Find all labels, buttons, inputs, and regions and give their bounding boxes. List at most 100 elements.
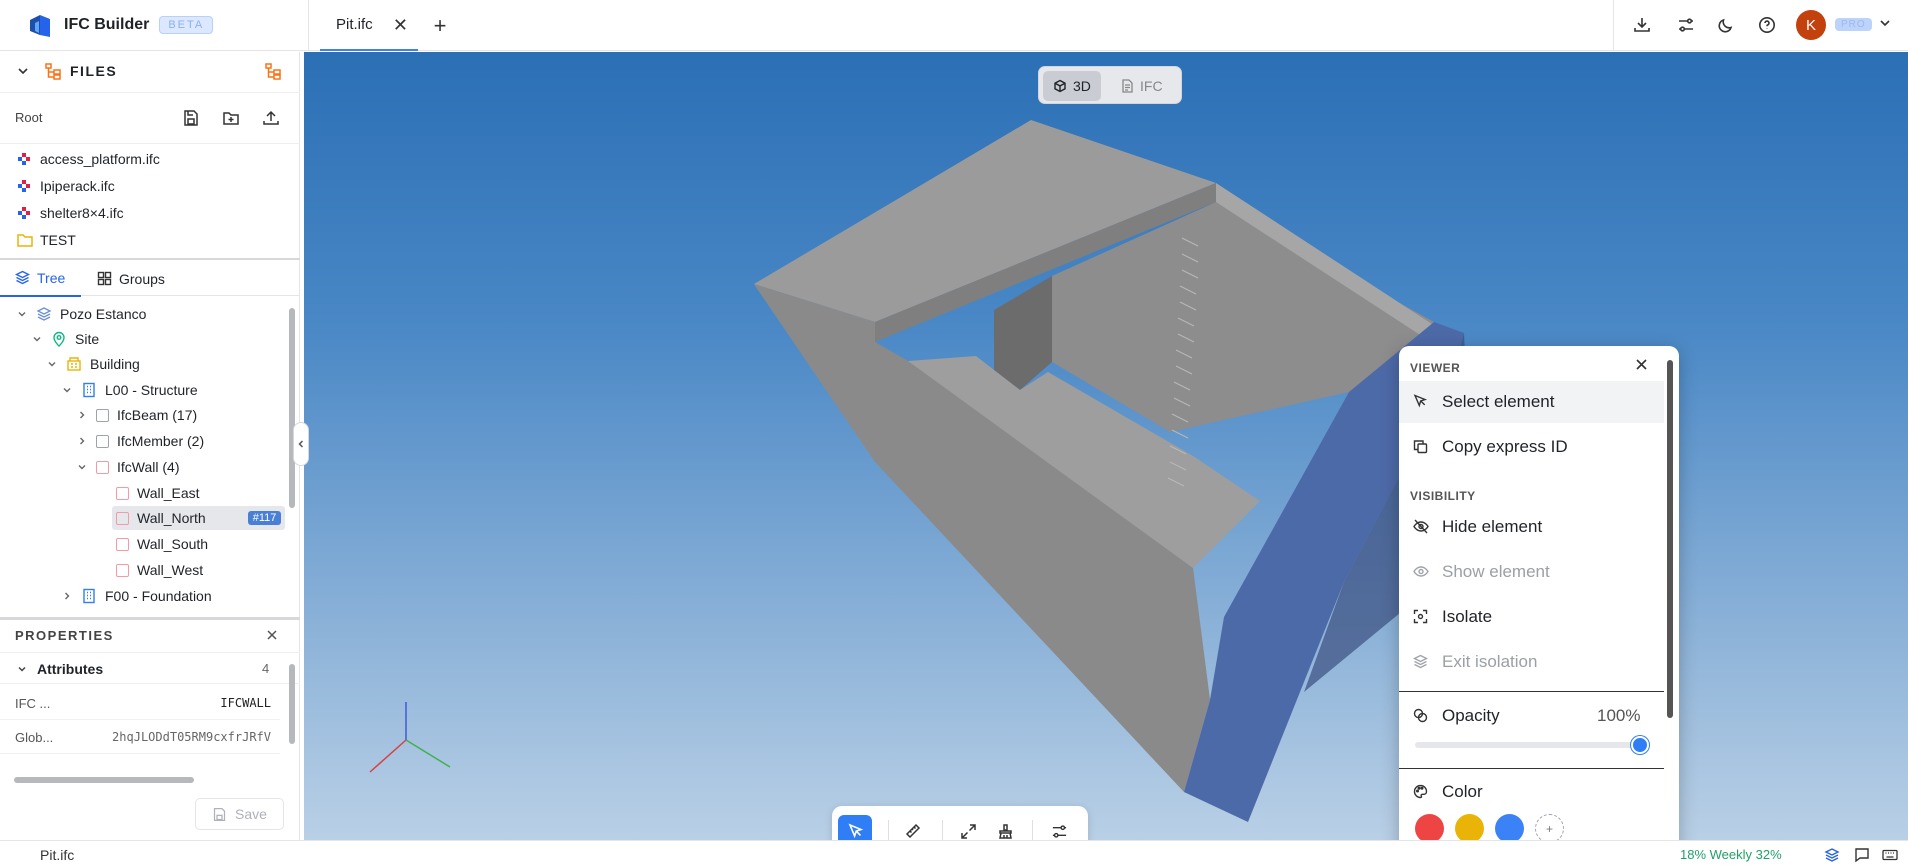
layers-icon[interactable] — [1824, 847, 1840, 863]
chevron-down-icon[interactable] — [16, 663, 28, 675]
close-icon[interactable] — [1635, 358, 1648, 371]
tree-node-label: F00 - Foundation — [105, 588, 212, 604]
chevron-right-icon[interactable] — [59, 588, 75, 604]
eye-off-icon — [1413, 519, 1429, 534]
chevron-left-icon — [298, 440, 304, 448]
file-item[interactable]: Ipiperack.ifc — [0, 173, 300, 199]
user-avatar[interactable]: K — [1796, 10, 1826, 40]
add-color-button[interactable]: + — [1535, 814, 1564, 843]
properties-header: PROPERTIES — [0, 617, 300, 649]
select-element-item[interactable]: Select element — [1399, 381, 1664, 423]
exit-isolation-item[interactable]: Exit isolation — [1399, 641, 1664, 683]
visibility-checkbox[interactable] — [96, 434, 109, 448]
chevron-down-icon[interactable] — [1878, 16, 1892, 30]
tree-tabs: Tree Groups — [0, 258, 300, 297]
tree-node-storey[interactable]: F00 - Foundation — [59, 584, 212, 608]
visibility-checkbox[interactable] — [116, 486, 129, 500]
axes-gizmo — [369, 702, 451, 773]
show-element-item[interactable]: Show element — [1399, 551, 1664, 593]
chevron-down-icon[interactable] — [29, 331, 45, 347]
tree-node-label: L00 - Structure — [105, 382, 198, 398]
help-icon[interactable] — [1755, 13, 1779, 37]
tree-node-group[interactable]: IfcWall (4) — [74, 455, 179, 479]
tab-tree-label: Tree — [37, 269, 66, 286]
visibility-checkbox[interactable] — [116, 537, 129, 551]
visibility-checkbox[interactable] — [116, 511, 129, 525]
keyboard-icon[interactable] — [1882, 847, 1898, 863]
tab-tree[interactable]: Tree — [0, 260, 81, 297]
attributes-section[interactable]: Attributes 4 — [0, 652, 300, 684]
color-swatch-red[interactable] — [1415, 814, 1444, 843]
tree-node-group[interactable]: IfcMember (2) — [74, 429, 204, 453]
tree-scrollbar[interactable] — [289, 308, 295, 508]
tree-node-building[interactable]: Building — [44, 352, 140, 376]
tree-node-element-selected[interactable]: Wall_North #117 — [112, 506, 285, 530]
opacity-slider-thumb[interactable] — [1631, 736, 1649, 754]
brand[interactable]: IFC Builder BETA — [26, 10, 214, 40]
files-header: FILES — [0, 52, 300, 90]
isolate-item[interactable]: Isolate — [1399, 596, 1664, 638]
context-menu: VIEWER Select element Copy express ID VI… — [1399, 346, 1679, 867]
folder-item[interactable]: TEST — [0, 227, 300, 253]
file-item[interactable]: access_platform.ifc — [0, 146, 300, 172]
hide-element-item[interactable]: Hide element — [1399, 506, 1664, 548]
dark-mode-icon[interactable] — [1714, 13, 1738, 37]
color-swatch-blue[interactable] — [1495, 814, 1524, 843]
layers-icon — [36, 306, 52, 322]
chat-icon[interactable] — [1854, 847, 1870, 863]
new-folder-icon[interactable] — [222, 109, 240, 127]
properties-scrollbar-vertical[interactable] — [289, 664, 295, 744]
tree-node-element[interactable]: Wall_South — [114, 532, 208, 556]
tree-node-group[interactable]: IfcBeam (17) — [74, 403, 197, 427]
ifc-file-icon — [17, 152, 31, 166]
tree-node-label: Wall_North — [137, 510, 206, 526]
tree-node-element[interactable]: Wall_East — [114, 481, 200, 505]
tree-node-label: Wall_South — [137, 536, 209, 552]
copy-express-id-item[interactable]: Copy express ID — [1399, 426, 1664, 468]
chevron-right-icon[interactable] — [74, 407, 90, 423]
collapse-sidebar-button[interactable] — [293, 422, 309, 466]
chevron-down-icon[interactable] — [74, 459, 90, 475]
building-icon — [66, 356, 82, 372]
close-tab-icon[interactable]: ✕ — [393, 15, 408, 36]
chevron-down-icon[interactable] — [59, 382, 75, 398]
color-swatch-yellow[interactable] — [1455, 814, 1484, 843]
chevron-down-icon[interactable] — [16, 64, 30, 78]
mode-ifc-button[interactable]: IFC — [1111, 71, 1173, 101]
file-tree-toggle-icon[interactable] — [264, 62, 282, 80]
tree-node-label: Site — [75, 331, 100, 347]
visibility-checkbox[interactable] — [96, 460, 109, 474]
context-menu-scrollbar[interactable] — [1667, 360, 1673, 718]
chevron-down-icon[interactable] — [14, 306, 30, 322]
upload-icon[interactable] — [262, 109, 280, 127]
color-row: Color — [1399, 771, 1664, 813]
pro-badge: PRO — [1835, 18, 1872, 31]
menu-item-label: Show element — [1442, 562, 1550, 581]
tree-node-storey[interactable]: L00 - Structure — [59, 378, 198, 402]
settings-sliders-icon[interactable] — [1674, 13, 1698, 37]
chevron-down-icon[interactable] — [44, 356, 60, 372]
tree-node-project[interactable]: Pozo Estanco — [14, 302, 146, 326]
file-item[interactable]: shelter8×4.ifc — [0, 200, 300, 226]
visibility-checkbox[interactable] — [116, 563, 129, 577]
tree-node-element[interactable]: Wall_West — [114, 558, 203, 582]
tab-pit-ifc[interactable]: Pit.ifc ✕ — [320, 0, 418, 51]
tree-node-label: Wall_East — [137, 485, 200, 501]
properties-scrollbar-horizontal[interactable] — [14, 777, 194, 783]
save-file-icon[interactable] — [182, 109, 200, 127]
toolbar-divider — [1032, 820, 1033, 842]
property-key: Glob... — [15, 730, 54, 745]
close-icon[interactable] — [266, 629, 278, 641]
tab-groups[interactable]: Groups — [97, 260, 165, 297]
opacity-slider-track[interactable] — [1415, 742, 1642, 748]
save-button[interactable]: Save — [195, 798, 284, 830]
map-pin-icon — [51, 331, 67, 347]
add-tab-button[interactable]: + — [428, 13, 452, 39]
property-value: 2hqJLODdT05RM9cxfrJRfV — [112, 730, 271, 744]
download-icon[interactable] — [1630, 13, 1654, 37]
chevron-right-icon[interactable] — [74, 433, 90, 449]
mode-3d-button[interactable]: 3D — [1043, 71, 1101, 101]
tree-node-site[interactable]: Site — [29, 327, 99, 351]
palette-icon — [1413, 784, 1428, 799]
visibility-checkbox[interactable] — [96, 408, 109, 422]
